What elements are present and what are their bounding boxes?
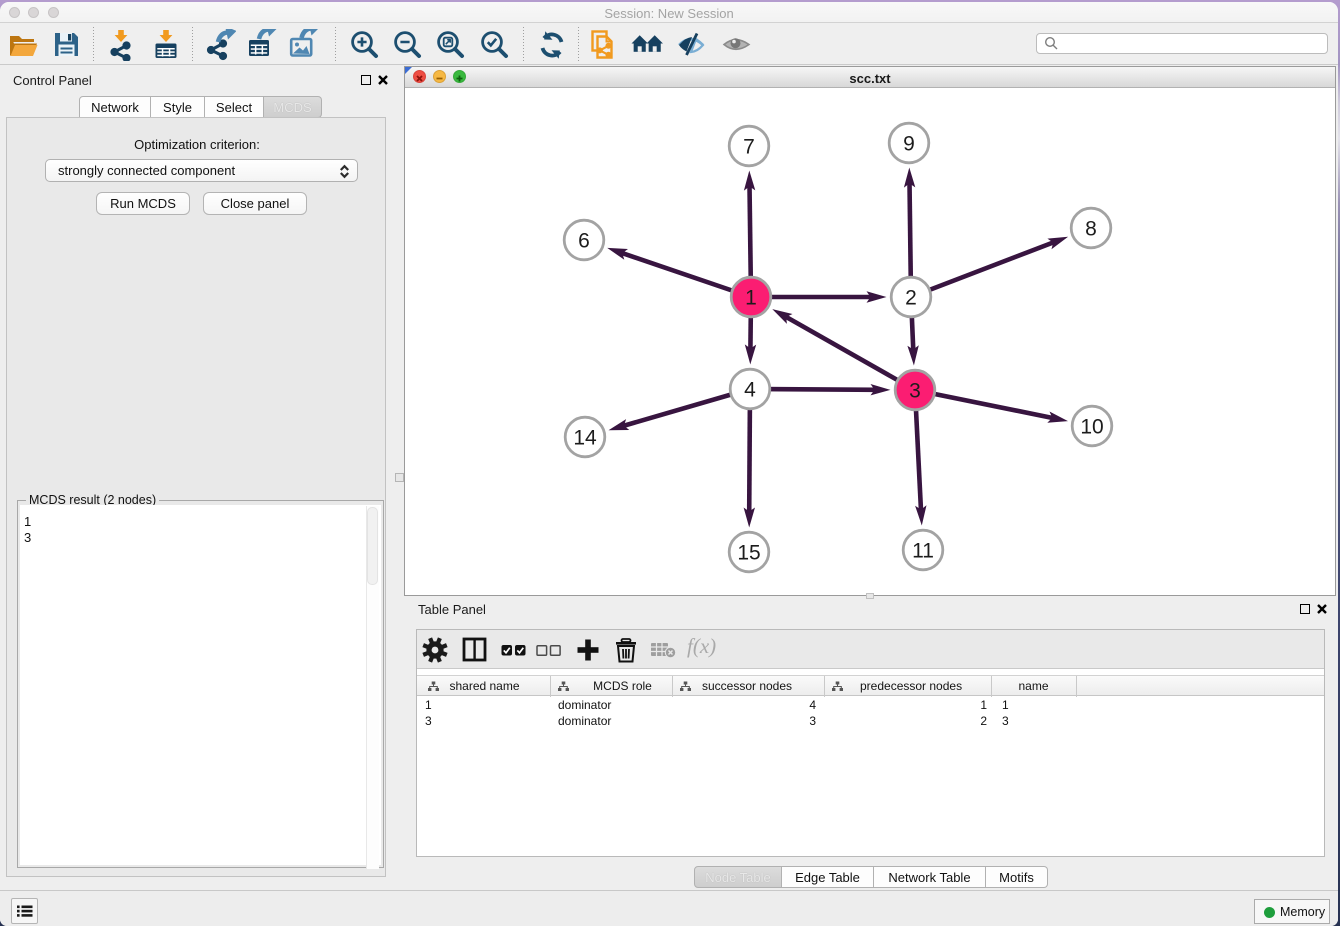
svg-text:8: 8 bbox=[1085, 217, 1097, 240]
svg-text:15: 15 bbox=[737, 541, 760, 564]
svg-text:7: 7 bbox=[743, 135, 755, 158]
svg-text:1: 1 bbox=[745, 286, 757, 309]
svg-text:4: 4 bbox=[744, 378, 756, 401]
svg-text:11: 11 bbox=[912, 539, 934, 562]
svg-text:14: 14 bbox=[573, 426, 597, 449]
svg-text:10: 10 bbox=[1080, 415, 1103, 438]
svg-text:6: 6 bbox=[578, 229, 590, 252]
svg-text:2: 2 bbox=[905, 286, 917, 309]
svg-text:9: 9 bbox=[903, 132, 915, 155]
svg-text:3: 3 bbox=[909, 379, 921, 402]
